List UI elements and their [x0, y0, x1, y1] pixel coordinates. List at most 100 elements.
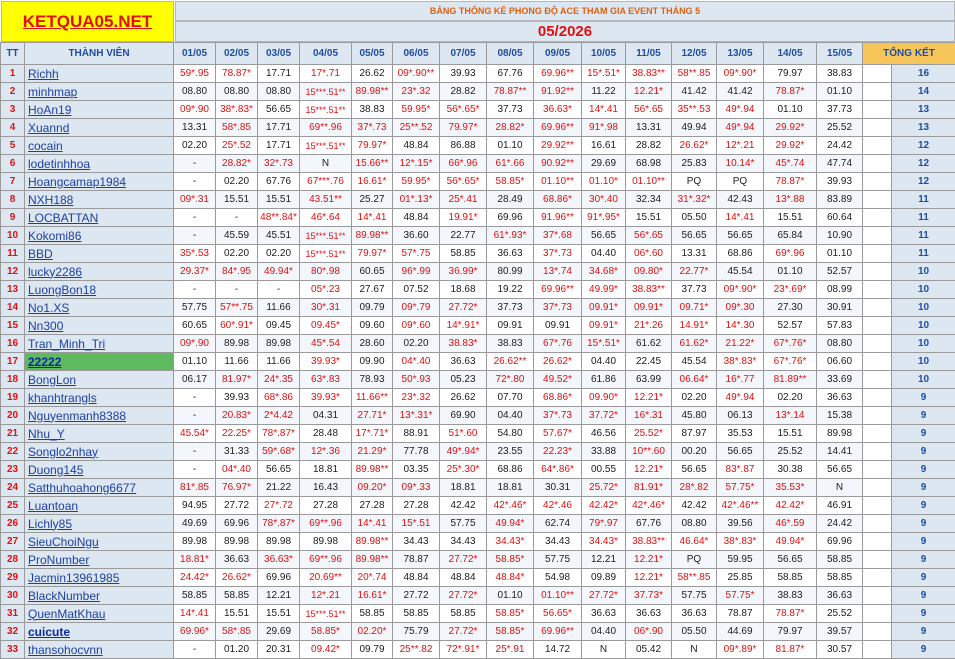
member-name-link[interactable]: Xuannd: [25, 119, 174, 137]
score-cell[interactable]: 58.85: [393, 605, 440, 623]
score-cell[interactable]: 05.50: [672, 623, 717, 641]
score-cell[interactable]: 58.85*: [487, 605, 534, 623]
score-cell[interactable]: 30.31: [534, 479, 582, 497]
score-cell[interactable]: 52.57: [817, 263, 863, 281]
score-cell[interactable]: 37.73: [487, 101, 534, 119]
score-cell[interactable]: 50*.93: [393, 371, 440, 389]
score-cell[interactable]: 30.57: [817, 641, 863, 659]
score-cell[interactable]: 42.42: [440, 497, 487, 515]
member-name-link[interactable]: Kokomi86: [25, 227, 174, 245]
score-cell[interactable]: 24.42: [817, 515, 863, 533]
score-cell[interactable]: 79.97*: [352, 137, 393, 155]
member-name-link[interactable]: LuongBon18: [25, 281, 174, 299]
score-cell[interactable]: 27.72*: [440, 623, 487, 641]
score-cell[interactable]: 45.54*: [174, 425, 216, 443]
score-cell[interactable]: 09.79: [352, 299, 393, 317]
score-cell[interactable]: 04.40: [487, 407, 534, 425]
score-cell[interactable]: 38.83: [352, 101, 393, 119]
score-cell[interactable]: 11.66: [258, 353, 300, 371]
score-cell[interactable]: 09*.90*: [717, 281, 764, 299]
score-cell[interactable]: 89.98**: [352, 533, 393, 551]
score-cell[interactable]: 39.93: [817, 173, 863, 191]
score-cell[interactable]: 69.90: [440, 407, 487, 425]
score-cell[interactable]: 91*.98: [582, 119, 626, 137]
score-cell[interactable]: 20.31: [258, 641, 300, 659]
score-cell[interactable]: 57.75: [534, 551, 582, 569]
score-cell[interactable]: 30.38: [764, 461, 817, 479]
score-cell[interactable]: 60.65: [352, 263, 393, 281]
score-cell[interactable]: 67.76: [487, 65, 534, 83]
score-cell[interactable]: 18.81*: [174, 551, 216, 569]
score-cell[interactable]: 48.84: [393, 209, 440, 227]
score-cell[interactable]: 14*.41: [582, 101, 626, 119]
member-name-link[interactable]: lodetinhhoa: [25, 155, 174, 173]
member-name-link[interactable]: Richh: [25, 65, 174, 83]
score-cell[interactable]: 09.20*: [352, 479, 393, 497]
score-cell[interactable]: 80.99: [487, 263, 534, 281]
score-cell[interactable]: 35**.53: [672, 101, 717, 119]
member-name-link[interactable]: cocain: [25, 137, 174, 155]
score-cell[interactable]: 58.85: [817, 569, 863, 587]
score-cell[interactable]: 81.87*: [764, 641, 817, 659]
score-cell[interactable]: 83.89: [817, 191, 863, 209]
score-cell[interactable]: 23*.69*: [764, 281, 817, 299]
score-cell[interactable]: 28.49: [487, 191, 534, 209]
score-cell[interactable]: 46*.64: [300, 209, 352, 227]
score-cell[interactable]: 89.98**: [352, 551, 393, 569]
score-cell[interactable]: 89.98: [258, 335, 300, 353]
score-cell[interactable]: 25*.30*: [440, 461, 487, 479]
score-cell[interactable]: 49*.94: [717, 101, 764, 119]
score-cell[interactable]: 81.89**: [764, 371, 817, 389]
score-cell[interactable]: 87.97: [672, 425, 717, 443]
member-name-link[interactable]: ProNumber: [25, 551, 174, 569]
score-cell[interactable]: 56.65: [717, 227, 764, 245]
score-cell[interactable]: 02.20: [216, 245, 258, 263]
member-name-link[interactable]: HoAn19: [25, 101, 174, 119]
score-cell[interactable]: 91*.95*: [582, 209, 626, 227]
score-cell[interactable]: 27.71*: [352, 407, 393, 425]
score-cell[interactable]: 45.51: [258, 227, 300, 245]
score-cell[interactable]: 56.65: [672, 227, 717, 245]
score-cell[interactable]: 20.69**: [300, 569, 352, 587]
score-cell[interactable]: 58.85: [817, 551, 863, 569]
score-cell[interactable]: 06*.90: [626, 623, 672, 641]
score-cell[interactable]: 42.43: [717, 191, 764, 209]
score-cell[interactable]: 09.80*: [626, 263, 672, 281]
score-cell[interactable]: 18.68: [440, 281, 487, 299]
score-cell[interactable]: 56.65: [582, 227, 626, 245]
score-cell[interactable]: 14.91*: [672, 317, 717, 335]
score-cell[interactable]: 09.90: [352, 353, 393, 371]
score-cell[interactable]: 15***.51**: [300, 137, 352, 155]
score-cell[interactable]: 36.63: [216, 551, 258, 569]
score-cell[interactable]: 42.42*: [764, 497, 817, 515]
score-cell[interactable]: 15.51: [216, 605, 258, 623]
score-cell[interactable]: 38.83**: [626, 281, 672, 299]
score-cell[interactable]: PQ: [672, 551, 717, 569]
score-cell[interactable]: 37.73: [487, 299, 534, 317]
score-cell[interactable]: 15***.51**: [300, 245, 352, 263]
member-name-link[interactable]: Luantoan: [25, 497, 174, 515]
score-cell[interactable]: 56.65: [258, 461, 300, 479]
score-cell[interactable]: 78*.87*: [258, 515, 300, 533]
score-cell[interactable]: 21.29*: [352, 443, 393, 461]
score-cell[interactable]: 11.22: [582, 83, 626, 101]
score-cell[interactable]: 49*.94: [717, 389, 764, 407]
score-cell[interactable]: 30*.31: [300, 299, 352, 317]
score-cell[interactable]: 12.21*: [626, 83, 672, 101]
score-cell[interactable]: 35.53: [717, 425, 764, 443]
score-cell[interactable]: 89.98: [174, 533, 216, 551]
score-cell[interactable]: 15.51: [258, 605, 300, 623]
score-cell[interactable]: 12.21*: [626, 551, 672, 569]
score-cell[interactable]: 04.40: [582, 353, 626, 371]
score-cell[interactable]: -: [174, 209, 216, 227]
score-cell[interactable]: 57**.75: [216, 299, 258, 317]
score-cell[interactable]: 01.10: [487, 137, 534, 155]
member-name-link[interactable]: thansohocvnn: [25, 641, 174, 659]
score-cell[interactable]: 06.64*: [672, 371, 717, 389]
score-cell[interactable]: 05.23: [440, 371, 487, 389]
score-cell[interactable]: 23*.32: [393, 83, 440, 101]
member-name-link[interactable]: SieuChoiNgu: [25, 533, 174, 551]
score-cell[interactable]: 42*.46*: [626, 497, 672, 515]
score-cell[interactable]: 38*.83*: [216, 101, 258, 119]
score-cell[interactable]: 16.43: [300, 479, 352, 497]
